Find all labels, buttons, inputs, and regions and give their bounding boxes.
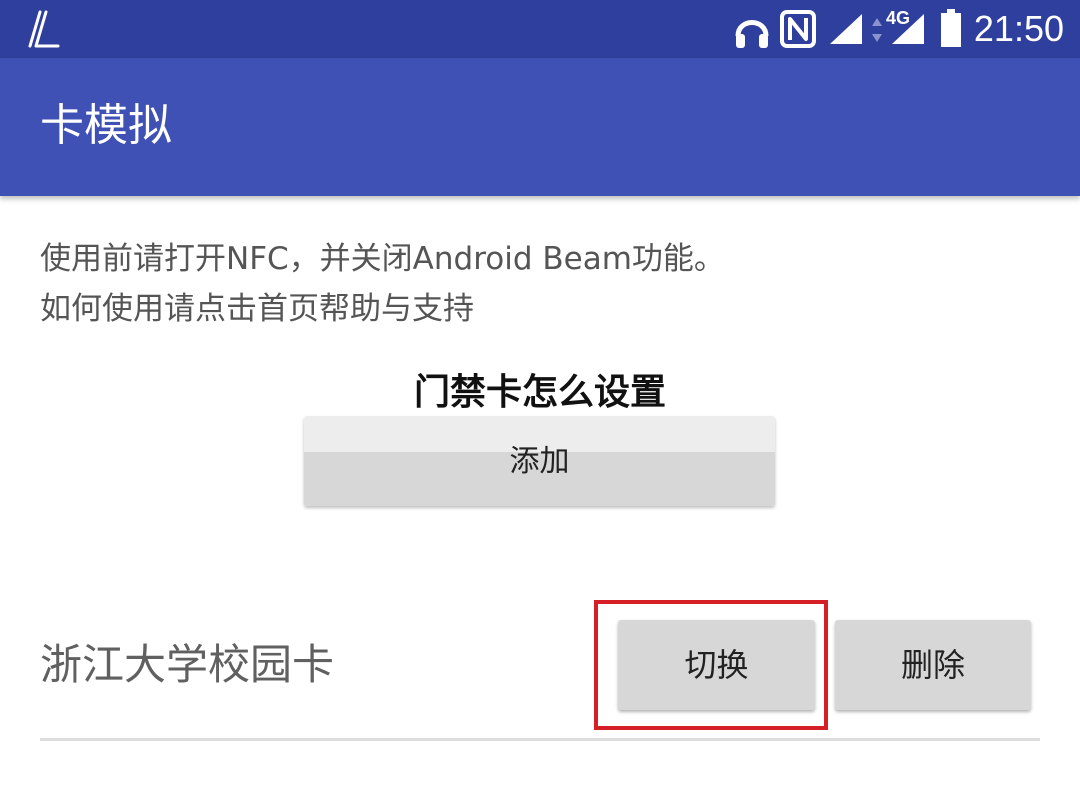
app-logo-icon: [28, 10, 60, 48]
card-list-item: 浙江大学校园卡 切换 删除: [40, 600, 1040, 741]
headphones-icon: [735, 20, 769, 48]
page-title: 卡模拟: [40, 100, 172, 151]
delete-card-button[interactable]: 删除: [835, 620, 1031, 710]
status-icons: 4G 21:50: [700, 0, 1080, 58]
nfc-icon: [780, 10, 816, 48]
highlight-annotation-box: [594, 600, 828, 730]
signal-4g-icon: [892, 14, 924, 44]
add-card-button[interactable]: 添加: [304, 416, 775, 506]
instructions-text: 使用前请打开NFC，并关闭Android Beam功能。 如何使用请点击首页帮助…: [40, 234, 725, 334]
app-bar: 卡模拟: [0, 58, 1080, 196]
battery-icon: [941, 9, 961, 47]
overlay-watermark-title: 门禁卡怎么设置: [413, 372, 666, 413]
card-name: 浙江大学校园卡: [40, 640, 335, 689]
status-bar: 4G 21:50: [0, 0, 1080, 58]
instruction-line-nfc: 使用前请打开NFC，并关闭Android Beam功能。: [40, 241, 725, 277]
data-arrows-icon: [872, 18, 882, 42]
instruction-line-help: 如何使用请点击首页帮助与支持: [40, 291, 474, 327]
signal-icon: [830, 14, 862, 44]
status-time: 21:50: [973, 8, 1064, 49]
